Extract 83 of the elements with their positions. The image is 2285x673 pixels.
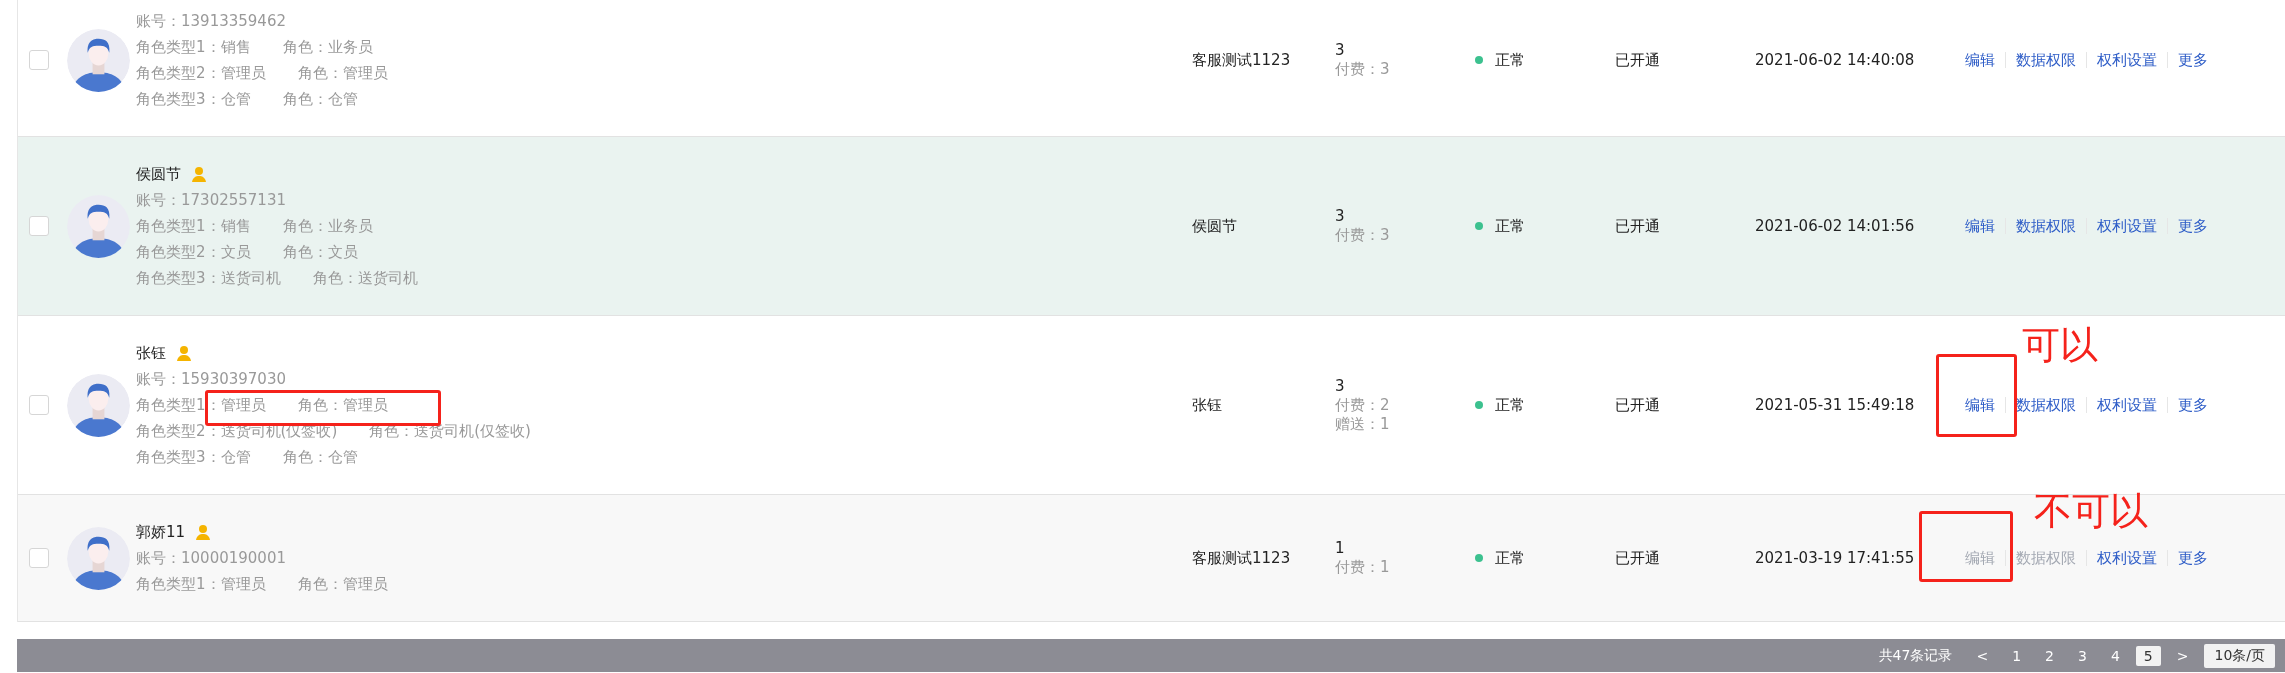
action-link[interactable]: 权利设置 bbox=[2086, 397, 2167, 413]
creator-text: 客服测试1123 bbox=[1192, 50, 1291, 69]
action-link[interactable]: 更多 bbox=[2167, 218, 2218, 234]
status-text: 正常 bbox=[1495, 395, 1525, 415]
status-text: 正常 bbox=[1495, 548, 1525, 568]
page-button[interactable]: 3 bbox=[2069, 645, 2095, 666]
action-link[interactable]: 更多 bbox=[2167, 550, 2218, 566]
page-button[interactable]: 2 bbox=[2037, 645, 2062, 666]
open-status-text: 已开通 bbox=[1615, 216, 1660, 235]
open-status-text: 已开通 bbox=[1615, 50, 1660, 69]
role-text: 角色：管理员 bbox=[297, 395, 388, 416]
role-type-text: 角色类型2：文员 bbox=[136, 242, 251, 263]
previous-page-button[interactable]: < bbox=[1968, 645, 1997, 666]
action-link[interactable]: 更多 bbox=[2167, 397, 2218, 413]
count-text: 3 bbox=[1335, 41, 1346, 60]
time-text: 2021-03-19 17:41:55 bbox=[1755, 549, 1915, 567]
role-text: 角色：送货司机 bbox=[312, 268, 418, 289]
account-text: 账号：15930397030 bbox=[136, 369, 287, 390]
creator-text: 张钰 bbox=[1192, 395, 1222, 414]
status-text: 正常 bbox=[1495, 216, 1525, 236]
time-text: 2021-06-02 14:40:08 bbox=[1755, 51, 1915, 69]
row-checkbox[interactable] bbox=[29, 548, 49, 568]
avatar-icon bbox=[67, 194, 130, 258]
role-type-text: 角色类型2：管理员 bbox=[136, 63, 266, 84]
count-detail: 付费：3 bbox=[1335, 60, 1391, 79]
creator-text: 侯圆节 bbox=[1192, 216, 1237, 235]
count-text: 3 bbox=[1335, 376, 1346, 396]
count-detail: 付费：2 bbox=[1335, 395, 1391, 415]
role-text: 角色：仓管 bbox=[282, 447, 358, 468]
row-checkbox[interactable] bbox=[29, 50, 49, 70]
role-type-text: 角色类型1：管理员 bbox=[136, 574, 266, 595]
creator-text: 客服测试1123 bbox=[1192, 548, 1291, 567]
action-link[interactable]: 编辑 bbox=[1965, 52, 2005, 68]
role-type-text: 角色类型1：销售 bbox=[136, 216, 251, 237]
action-link[interactable]: 数据权限 bbox=[2005, 52, 2086, 68]
account-text: 账号：17302557131 bbox=[136, 190, 287, 211]
page-button[interactable]: 4 bbox=[2102, 645, 2128, 666]
role-text: 角色：仓管 bbox=[282, 89, 358, 110]
action-link[interactable]: 数据权限 bbox=[2005, 218, 2086, 234]
role-text: 角色：文员 bbox=[282, 242, 358, 263]
count-detail: 付费：3 bbox=[1335, 226, 1391, 245]
user-name: 郭娇11 bbox=[136, 522, 186, 543]
role-type-text: 角色类型3：仓管 bbox=[136, 89, 251, 110]
count-text: 3 bbox=[1335, 207, 1346, 226]
row-checkbox[interactable] bbox=[29, 216, 49, 236]
action-link[interactable]: 权利设置 bbox=[2086, 550, 2167, 566]
user-name: 侯圆节 bbox=[136, 164, 181, 185]
avatar-icon bbox=[67, 526, 130, 590]
count-text: 1 bbox=[1335, 539, 1346, 558]
action-link[interactable]: 编辑 bbox=[1965, 397, 2005, 413]
row-checkbox[interactable] bbox=[29, 395, 49, 415]
role-type-text: 角色类型3：送货司机 bbox=[136, 268, 281, 289]
open-status-text: 已开通 bbox=[1615, 548, 1660, 567]
role-text: 角色：业务员 bbox=[282, 37, 373, 58]
page-button[interactable]: 1 bbox=[2004, 645, 2030, 666]
role-type-text: 角色类型1：管理员 bbox=[136, 395, 266, 416]
avatar-icon bbox=[67, 373, 130, 437]
time-text: 2021-05-31 15:49:18 bbox=[1755, 396, 1915, 414]
role-text: 角色：管理员 bbox=[297, 574, 388, 595]
page-size-select[interactable]: 10条/页 bbox=[2204, 643, 2275, 668]
next-page-button[interactable]: > bbox=[2168, 645, 2197, 666]
avatar-icon bbox=[67, 28, 130, 92]
role-text: 角色：管理员 bbox=[297, 63, 388, 84]
open-status-text: 已开通 bbox=[1615, 395, 1660, 414]
total-count-text: 共47条记录 bbox=[1878, 646, 1953, 665]
role-type-text: 角色类型3：仓管 bbox=[136, 447, 251, 468]
time-text: 2021-06-02 14:01:56 bbox=[1755, 217, 1915, 235]
count-detail: 赠送：1 bbox=[1335, 414, 1391, 434]
user-name: 张钰 bbox=[136, 343, 166, 364]
action-link[interactable]: 更多 bbox=[2167, 52, 2218, 68]
count-detail: 付费：1 bbox=[1335, 558, 1391, 577]
annotation-text: 可以 bbox=[2022, 322, 2098, 368]
action-link[interactable]: 编辑 bbox=[1965, 218, 2005, 234]
action-link[interactable]: 权利设置 bbox=[2086, 52, 2167, 68]
page-button[interactable]: 5 bbox=[2135, 645, 2161, 666]
account-text: 账号：10000190001 bbox=[136, 548, 287, 569]
action-link[interactable]: 数据权限 bbox=[2005, 397, 2086, 413]
account-text: 账号：13913359462 bbox=[136, 11, 287, 32]
role-text: 角色：业务员 bbox=[282, 216, 373, 237]
annotation-text: 不可以 bbox=[2034, 488, 2148, 534]
role-type-text: 角色类型1：销售 bbox=[136, 37, 251, 58]
action-link[interactable]: 权利设置 bbox=[2086, 218, 2167, 234]
status-text: 正常 bbox=[1495, 50, 1525, 70]
